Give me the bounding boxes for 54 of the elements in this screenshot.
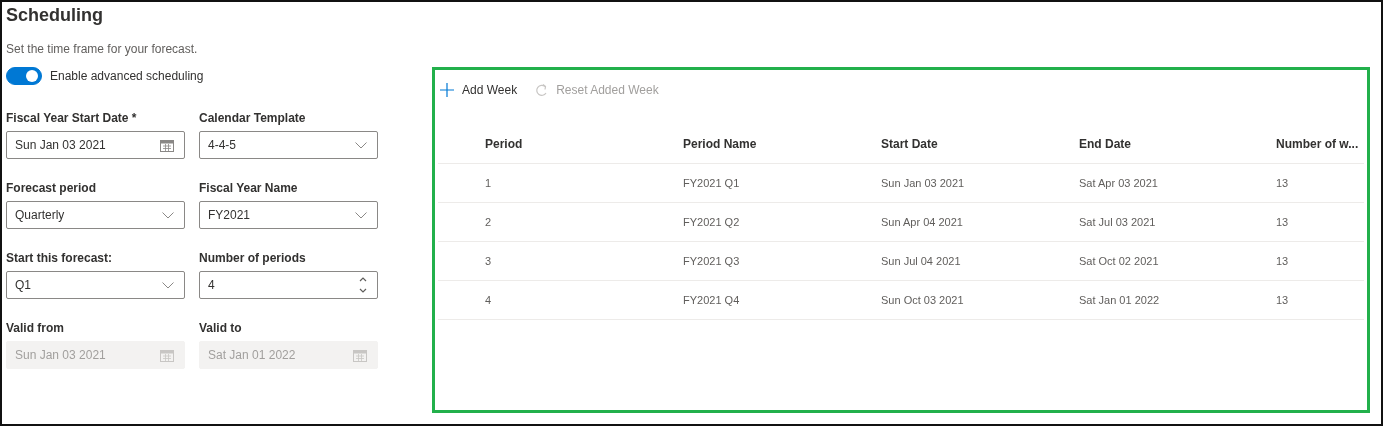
field-label: Calendar Template — [199, 111, 307, 127]
chevron-down-icon — [162, 281, 174, 289]
table-cell-text: 13 — [1276, 255, 1290, 267]
table-cell-text: 13 — [1276, 177, 1290, 189]
field-label: Fiscal Year Name — [199, 181, 299, 197]
date-field[interactable]: Sun Jan 03 2021 — [6, 131, 185, 159]
column-header[interactable]: Number of w... — [1276, 137, 1364, 151]
description-text: Set the time frame for your forecast. — [6, 42, 199, 56]
column-header[interactable]: End Date — [1079, 137, 1276, 151]
dropdown[interactable]: Quarterly — [6, 201, 185, 229]
table-cell-text: FY2021 Q3 — [683, 255, 741, 267]
reset-icon — [535, 83, 549, 97]
table-cell-text: 13 — [1276, 294, 1290, 306]
add-week-button[interactable]: Add Week — [438, 83, 520, 97]
number-field[interactable]: 4 — [199, 271, 378, 299]
calendar-icon — [160, 348, 174, 362]
chevron-down-icon — [355, 211, 367, 219]
toggle-switch[interactable] — [6, 67, 42, 85]
table-cell-text: Sun Jan 03 2021 — [881, 177, 966, 189]
dropdown[interactable]: 4-4-5 — [199, 131, 378, 159]
column-header[interactable]: Period Name — [683, 137, 881, 151]
field-label: Start this forecast: — [6, 251, 114, 267]
dropdown[interactable]: Q1 — [6, 271, 185, 299]
table-cell-text: FY2021 Q1 — [683, 177, 741, 189]
plus-icon — [440, 83, 454, 97]
table-cell-text: 3 — [485, 255, 493, 267]
table-cell-text: Sat Jul 03 2021 — [1079, 216, 1157, 228]
field-label: Number of periods — [199, 251, 307, 267]
table-cell-text: 13 — [1276, 216, 1290, 228]
dropdown[interactable]: FY2021 — [199, 201, 378, 229]
field-label: Fiscal Year Start Date * — [6, 111, 138, 127]
calendar-icon — [160, 138, 174, 152]
toggle-label: Enable advanced scheduling — [50, 69, 204, 83]
table-cell-text: Sun Jul 04 2021 — [881, 255, 962, 267]
table-cell-text: Sat Oct 02 2021 — [1079, 255, 1160, 267]
field-label: Valid to — [199, 321, 243, 337]
table-cell-text: Sun Oct 03 2021 — [881, 294, 965, 306]
table-cell-text: Sat Apr 03 2021 — [1079, 177, 1159, 189]
page-title: Scheduling — [6, 5, 104, 27]
table-cell-text: Sun Apr 04 2021 — [881, 216, 964, 228]
field-label: Forecast period — [6, 181, 98, 197]
calendar-icon — [353, 348, 367, 362]
spinner-arrows-icon — [359, 276, 367, 294]
table-cell-text: FY2021 Q2 — [683, 216, 741, 228]
chevron-down-icon — [355, 141, 367, 149]
table-cell-text: FY2021 Q4 — [683, 294, 741, 306]
table-cell-text: 4 — [485, 294, 493, 306]
table-cell-text: 2 — [485, 216, 493, 228]
column-header[interactable]: Start Date — [881, 137, 1079, 151]
column-header[interactable]: Period — [485, 137, 683, 151]
table-cell-text: 1 — [485, 177, 493, 189]
chevron-down-icon — [162, 211, 174, 219]
field-label: Valid from — [6, 321, 65, 337]
table-cell-text: Sat Jan 01 2022 — [1079, 294, 1161, 306]
